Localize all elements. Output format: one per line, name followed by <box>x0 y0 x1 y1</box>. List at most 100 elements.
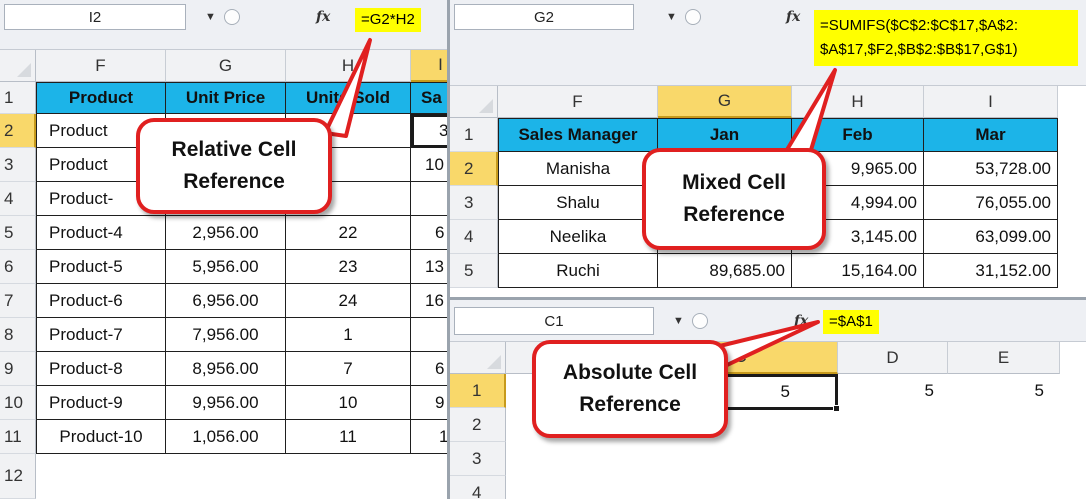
row-header[interactable]: 8 <box>0 318 36 352</box>
select-all-corner[interactable] <box>450 342 506 374</box>
table-cell[interactable]: 5,956.00 <box>166 250 286 284</box>
table-cell[interactable]: Product-5 <box>36 250 166 284</box>
table-cell[interactable]: 89,685.00 <box>658 254 792 288</box>
cancel-icon[interactable] <box>685 9 701 25</box>
table-cell[interactable]: Product-10 <box>36 420 166 454</box>
table-cell[interactable]: 8,956.00 <box>166 352 286 386</box>
row-header[interactable]: 1 <box>0 82 36 114</box>
table-cell[interactable]: 15,164.00 <box>792 254 924 288</box>
table-cell[interactable]: Product-6 <box>36 284 166 318</box>
table-cell[interactable]: 63,099.00 <box>924 220 1058 254</box>
table-cell[interactable]: 22 <box>286 216 411 250</box>
table-header-cell[interactable]: Product <box>36 82 166 114</box>
column-header-f[interactable]: F <box>498 86 658 118</box>
table-cell[interactable]: 7 <box>286 352 411 386</box>
formula-text[interactable]: =$A$1 <box>823 310 879 334</box>
table-cell[interactable]: 6 <box>411 216 447 250</box>
table-cell[interactable]: 6,956.00 <box>166 284 286 318</box>
row-header[interactable]: 10 <box>0 386 36 420</box>
table-header-cell[interactable]: Feb <box>792 118 924 152</box>
row-header[interactable]: 9 <box>0 352 36 386</box>
row-header[interactable]: 4 <box>0 182 36 216</box>
row-header[interactable]: 4 <box>450 476 506 499</box>
formula-text[interactable]: =SUMIFS($C$2:$C$17,$A$2: $A$17,$F2,$B$2:… <box>814 10 1078 66</box>
column-header-d[interactable]: D <box>838 342 948 374</box>
table-cell[interactable]: 9,956.00 <box>166 386 286 420</box>
table-header-cell[interactable]: Jan <box>658 118 792 152</box>
table-cell[interactable]: 10 <box>286 386 411 420</box>
column-header-h[interactable]: H <box>286 50 411 82</box>
row-header[interactable]: 2 <box>450 408 506 442</box>
column-header-i[interactable]: I <box>411 50 447 82</box>
row-header[interactable]: 3 <box>450 186 498 220</box>
table-cell[interactable]: 5 <box>948 374 1060 408</box>
active-cell[interactable]: 3 <box>411 114 447 148</box>
table-cell[interactable]: 2,956.00 <box>166 216 286 250</box>
table-cell[interactable]: 9 <box>411 386 447 420</box>
column-header-i[interactable]: I <box>924 86 1058 118</box>
name-box-dropdown-icon[interactable]: ▼ <box>205 11 216 23</box>
name-box-dropdown-icon[interactable]: ▼ <box>666 11 677 23</box>
table-cell[interactable]: Product-7 <box>36 318 166 352</box>
name-box[interactable]: C1 <box>454 307 654 335</box>
column-header-f[interactable]: F <box>36 50 166 82</box>
fx-icon[interactable]: fx <box>794 313 808 329</box>
table-cell[interactable]: 11 <box>286 420 411 454</box>
table-cell[interactable]: Shalu <box>498 186 658 220</box>
row-header[interactable]: 3 <box>450 442 506 476</box>
table-header-cell[interactable]: Units Sold <box>286 82 411 114</box>
row-header[interactable]: 5 <box>450 254 498 288</box>
cancel-icon[interactable] <box>692 313 708 329</box>
row-header[interactable]: 3 <box>0 148 36 182</box>
row-header[interactable]: 6 <box>0 250 36 284</box>
row-header[interactable]: 2 <box>0 114 36 148</box>
table-cell[interactable]: 1 <box>411 420 447 454</box>
table-cell[interactable] <box>411 182 447 216</box>
fx-icon[interactable]: fx <box>786 9 800 25</box>
row-header[interactable]: 2 <box>450 152 498 186</box>
name-box[interactable]: I2 <box>4 4 186 30</box>
fx-icon[interactable]: fx <box>316 9 330 25</box>
table-header-cell[interactable]: Mar <box>924 118 1058 152</box>
table-cell[interactable]: 16 <box>411 284 447 318</box>
row-header[interactable]: 11 <box>0 420 36 454</box>
table-cell[interactable]: 7,956.00 <box>166 318 286 352</box>
table-cell[interactable] <box>411 318 447 352</box>
table-cell[interactable]: 53,728.00 <box>924 152 1058 186</box>
table-header-cell[interactable]: Unit Price <box>166 82 286 114</box>
column-header-g[interactable]: G <box>658 86 792 118</box>
table-cell[interactable]: Ruchi <box>498 254 658 288</box>
name-box-dropdown-icon[interactable]: ▼ <box>673 315 684 327</box>
row-header[interactable]: 1 <box>450 118 498 152</box>
select-all-corner[interactable] <box>450 86 498 118</box>
formula-text[interactable]: =G2*H2 <box>355 8 421 32</box>
row-header[interactable]: 5 <box>0 216 36 250</box>
table-cell[interactable]: 76,055.00 <box>924 186 1058 220</box>
table-cell[interactable]: Manisha <box>498 152 658 186</box>
table-header-cell[interactable]: Sales Manager <box>498 118 658 152</box>
table-cell[interactable]: 5 <box>838 374 948 408</box>
row-header[interactable]: 7 <box>0 284 36 318</box>
select-all-corner[interactable] <box>0 50 36 82</box>
column-header-g[interactable]: G <box>166 50 286 82</box>
table-cell[interactable]: 31,152.00 <box>924 254 1058 288</box>
row-header[interactable]: 1 <box>450 374 506 408</box>
table-cell[interactable]: Product-4 <box>36 216 166 250</box>
table-cell[interactable]: 24 <box>286 284 411 318</box>
table-cell[interactable]: 13 <box>411 250 447 284</box>
table-cell[interactable]: Product-9 <box>36 386 166 420</box>
table-header-cell[interactable]: Sa <box>411 82 447 114</box>
column-header-e[interactable]: E <box>948 342 1060 374</box>
row-header[interactable]: 4 <box>450 220 498 254</box>
table-cell[interactable]: 6 <box>411 352 447 386</box>
table-cell[interactable]: Neelika <box>498 220 658 254</box>
table-cell[interactable]: 1,056.00 <box>166 420 286 454</box>
row-header[interactable]: 12 <box>0 454 36 499</box>
name-box[interactable]: G2 <box>454 4 634 30</box>
cancel-icon[interactable] <box>224 9 240 25</box>
table-cell[interactable]: 23 <box>286 250 411 284</box>
table-cell[interactable]: 10 <box>411 148 447 182</box>
column-header-h[interactable]: H <box>792 86 924 118</box>
table-cell[interactable]: 1 <box>286 318 411 352</box>
table-cell[interactable]: Product-8 <box>36 352 166 386</box>
